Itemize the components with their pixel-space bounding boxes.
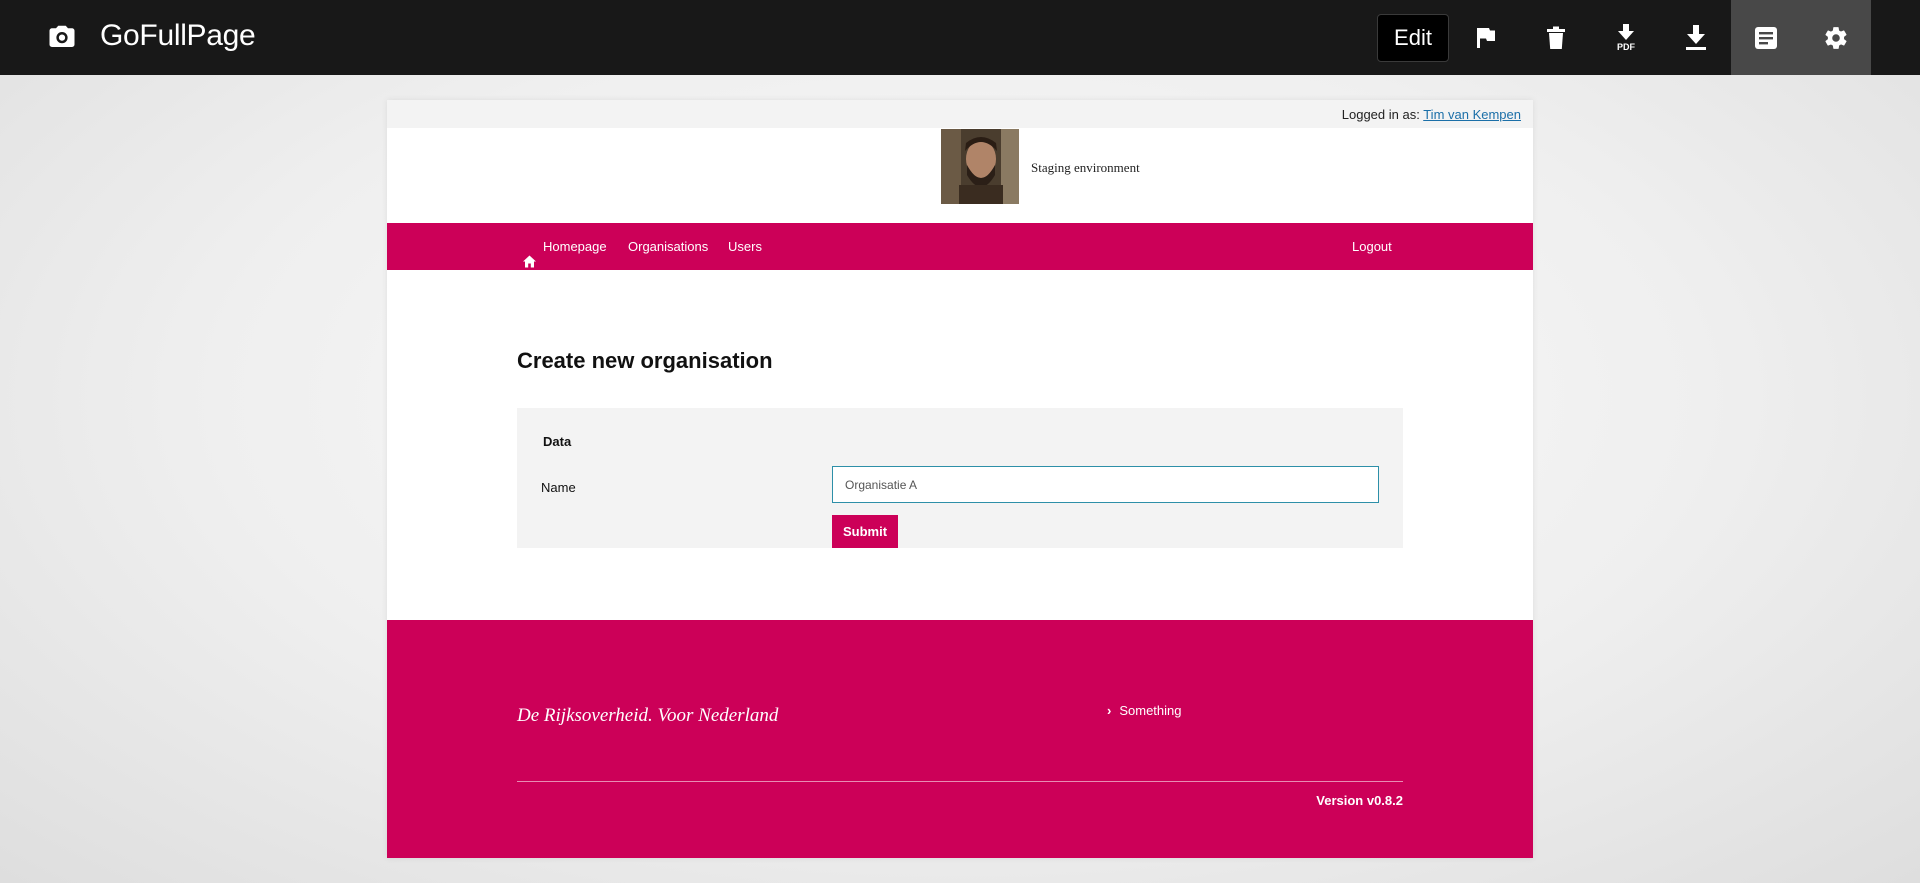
- nav-item-homepage[interactable]: Homepage: [523, 223, 607, 270]
- notes-icon: [1754, 26, 1778, 50]
- version-label: Version v0.8.2: [1316, 793, 1403, 808]
- nav-item-label: Users: [728, 239, 762, 254]
- download-button[interactable]: [1661, 0, 1731, 75]
- flag-button[interactable]: [1451, 0, 1521, 75]
- nav-item-organisations[interactable]: Organisations: [628, 223, 708, 270]
- login-status: Logged in as: Tim van Kempen: [1342, 107, 1521, 122]
- footer-link-something[interactable]: › Something: [1107, 703, 1182, 718]
- organisation-form: Data Name Submit: [517, 408, 1403, 548]
- nav-item-label: Homepage: [543, 239, 607, 254]
- flag-icon: [1475, 26, 1497, 50]
- notes-button[interactable]: [1731, 0, 1801, 75]
- trash-icon: [1546, 26, 1566, 50]
- captured-page: Logged in as: Tim van Kempen Staging env…: [387, 100, 1533, 858]
- download-pdf-button[interactable]: PDF: [1591, 0, 1661, 75]
- extension-title: GoFullPage: [100, 19, 256, 52]
- name-label: Name: [541, 480, 576, 495]
- camera-icon: [47, 22, 77, 52]
- delete-button[interactable]: [1521, 0, 1591, 75]
- logo-image: [941, 129, 1019, 204]
- footer-link-label: Something: [1119, 703, 1182, 718]
- nav-item-users[interactable]: Users: [728, 223, 762, 270]
- download-icon: [1685, 24, 1707, 51]
- main-nav: Homepage Organisations Users Logout: [387, 223, 1533, 270]
- name-field[interactable]: [832, 466, 1379, 503]
- logout-label: Logout: [1352, 239, 1392, 254]
- footer-divider: [517, 781, 1403, 782]
- logout-link[interactable]: Logout: [1352, 223, 1392, 270]
- environment-label: Staging environment: [1031, 160, 1140, 175]
- login-prefix: Logged in as:: [1341, 107, 1420, 122]
- gofullpage-toolbar: GoFullPage Edit PDF: [0, 0, 1920, 75]
- logged-in-user-link[interactable]: Tim van Kempen: [1423, 107, 1521, 122]
- form-section-title: Data: [543, 434, 572, 449]
- page-title: Create new organisation: [517, 348, 773, 373]
- download-pdf-icon: PDF: [1616, 23, 1636, 52]
- chevron-right-icon: ›: [1107, 703, 1112, 718]
- footer-slogan: De Rijksoverheid. Voor Nederland: [517, 705, 779, 726]
- settings-button[interactable]: [1801, 0, 1871, 75]
- footer: De Rijksoverheid. Voor Nederland › Someth…: [387, 620, 1533, 858]
- submit-button[interactable]: Submit: [832, 515, 898, 548]
- home-icon: [523, 240, 536, 268]
- pdf-label: PDF: [1617, 41, 1635, 52]
- nav-item-label: Organisations: [628, 239, 709, 254]
- gear-icon: [1823, 25, 1849, 51]
- edit-button[interactable]: Edit: [1377, 14, 1449, 62]
- login-bar: Logged in as: Tim van Kempen: [387, 100, 1533, 128]
